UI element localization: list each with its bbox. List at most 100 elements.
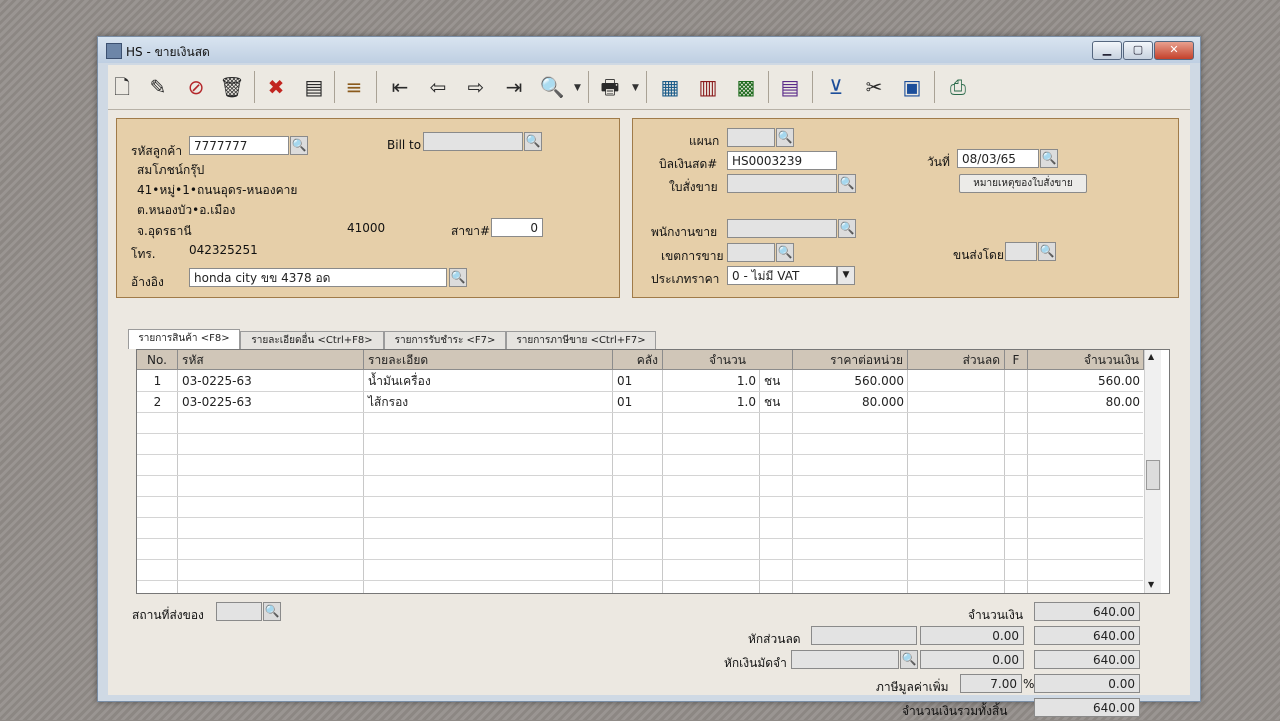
approve2-icon[interactable]: ✂ [860,73,888,101]
reference-input[interactable]: honda city ขข 4378 อด [189,268,447,287]
maximize-button[interactable]: ▢ [1123,41,1153,60]
tab-sales-tax[interactable]: รายการภาษีขาย <Ctrl+F7> [506,331,656,349]
table-cell-warehouse[interactable]: 01 [613,392,663,412]
department-input[interactable] [727,128,775,147]
view2-icon[interactable]: ▥ [694,73,722,101]
table-cell-quantity[interactable]: 1.0 [663,371,760,391]
salesperson-input[interactable] [727,219,837,238]
date-label: วันที่ [927,155,950,169]
date-input[interactable]: 08/03/65 [957,149,1039,168]
sales-area-label: เขตการขาย [661,249,724,263]
search-dropdown-icon[interactable]: ▼ [574,83,581,93]
discount-value[interactable]: 0.00 [920,626,1024,645]
stack-icon[interactable]: ≡ [340,73,368,101]
customer-code-input[interactable]: 7777777 [189,136,289,155]
minimize-button[interactable]: ▁ [1092,41,1122,60]
price-type-select[interactable]: 0 - ไม่มี VAT [727,266,837,285]
vat-rate-input[interactable]: 7.00 [960,674,1022,693]
col-header-no[interactable]: No. [137,350,178,370]
sales-order-input[interactable] [727,174,837,193]
table-cell-description[interactable]: น้ำมันเครื่อง [364,371,613,391]
new-doc-icon[interactable]: 🗋 [108,73,136,101]
salesperson-search-icon[interactable]: 🔍 [838,219,856,238]
sales-area-search-icon[interactable]: 🔍 [776,243,794,262]
bill-no-input[interactable]: HS0003239 [727,151,837,170]
table-cell-description[interactable]: ไส้กรอง [364,392,613,412]
delivery-place-search-icon[interactable]: 🔍 [263,602,281,621]
first-icon[interactable]: ⇤ [386,73,414,101]
table-cell-no[interactable]: 1 [137,371,178,391]
scroll-up-icon[interactable]: ▲ [1148,352,1154,361]
tab-items[interactable]: รายการสินค้า <F8> [128,329,240,349]
cancel-icon[interactable]: ✖ [262,73,290,101]
scrollbar-thumb[interactable] [1146,460,1160,490]
title-bar[interactable]: HS - ขายเงินสด ▁ ▢ ✕ [98,37,1200,63]
print-dropdown-icon[interactable]: ▼ [632,83,639,93]
chevron-down-icon[interactable]: ▼ [837,266,855,285]
row-divider [137,496,1143,497]
deposit-search-icon[interactable]: 🔍 [900,650,918,669]
scroll-down-icon[interactable]: ▼ [1148,580,1154,589]
table-cell-amount[interactable]: 560.00 [1028,371,1144,391]
branch-input[interactable]: 0 [491,218,543,237]
table-cell-discount[interactable] [908,371,1005,391]
trash-icon[interactable]: 🗑 [218,73,246,101]
toolbar-separator [768,71,769,103]
table-cell-unit-price[interactable]: 560.000 [793,371,908,391]
deposit-value[interactable]: 0.00 [920,650,1024,669]
tab-other-details[interactable]: รายละเอียดอื่น <Ctrl+F8> [240,331,384,349]
billto-input[interactable] [423,132,523,151]
department-search-icon[interactable]: 🔍 [776,128,794,147]
edit-icon[interactable]: ✎ [144,73,172,101]
reference-search-icon[interactable]: 🔍 [449,268,467,287]
next-icon[interactable]: ⇨ [462,73,490,101]
table-cell-f[interactable] [1005,371,1028,391]
table-cell-code[interactable]: 03-0225-63 [178,371,364,391]
table-cell-no[interactable]: 2 [137,392,178,412]
col-header-discount[interactable]: ส่วนลด [908,350,1005,370]
prev-icon[interactable]: ⇦ [424,73,452,101]
col-header-f[interactable]: F [1005,350,1028,370]
close-button[interactable]: ✕ [1154,41,1194,60]
ship-via-search-icon[interactable]: 🔍 [1038,242,1056,261]
ship-via-input[interactable] [1005,242,1037,261]
table-cell-f[interactable] [1005,392,1028,412]
save-icon[interactable]: ▤ [300,73,328,101]
delete-doc-icon[interactable]: ⊘ [182,73,210,101]
batch-icon[interactable]: ▤ [776,73,804,101]
col-header-description[interactable]: รายละเอียด [364,350,613,370]
col-header-code[interactable]: รหัส [178,350,364,370]
table-cell-amount[interactable]: 80.00 [1028,392,1144,412]
last-icon[interactable]: ⇥ [500,73,528,101]
col-header-amount[interactable]: จำนวนเงิน [1028,350,1144,370]
view3-icon[interactable]: ▩ [732,73,760,101]
approve3-icon[interactable]: ▣ [898,73,926,101]
col-header-warehouse[interactable]: คลัง [613,350,663,370]
export-icon[interactable]: ⎙ [944,73,972,101]
table-cell-unit[interactable]: ชน [760,392,793,412]
table-cell-warehouse[interactable]: 01 [613,371,663,391]
sales-order-search-icon[interactable]: 🔍 [838,174,856,193]
approve-icon[interactable]: ⊻ [822,73,850,101]
date-picker-icon[interactable]: 🔍 [1040,149,1058,168]
sales-order-note-button[interactable]: หมายเหตุของใบสั่งขาย [959,174,1087,193]
table-cell-unit[interactable]: ชน [760,371,793,391]
print-icon[interactable]: 🖶 [596,73,624,101]
view1-icon[interactable]: ▦ [656,73,684,101]
billto-search-icon[interactable]: 🔍 [524,132,542,151]
tab-payments[interactable]: รายการรับชำระ <F7> [384,331,506,349]
table-scrollbar[interactable]: ▲ ▼ [1144,350,1161,593]
discount-text-input[interactable] [811,626,917,645]
delivery-place-input[interactable] [216,602,262,621]
customer-address-2: ต.หนองบัว•อ.เมือง [137,203,236,217]
table-cell-code[interactable]: 03-0225-63 [178,392,364,412]
deposit-text-input[interactable] [791,650,899,669]
table-cell-discount[interactable] [908,392,1005,412]
table-cell-quantity[interactable]: 1.0 [663,392,760,412]
table-cell-unit-price[interactable]: 80.000 [793,392,908,412]
sales-area-input[interactable] [727,243,775,262]
search-icon[interactable]: 🔍 [538,73,566,101]
col-header-unit-price[interactable]: ราคาต่อหน่วย [793,350,908,370]
col-header-quantity[interactable]: จำนวน [663,350,793,370]
customer-search-icon[interactable]: 🔍 [290,136,308,155]
